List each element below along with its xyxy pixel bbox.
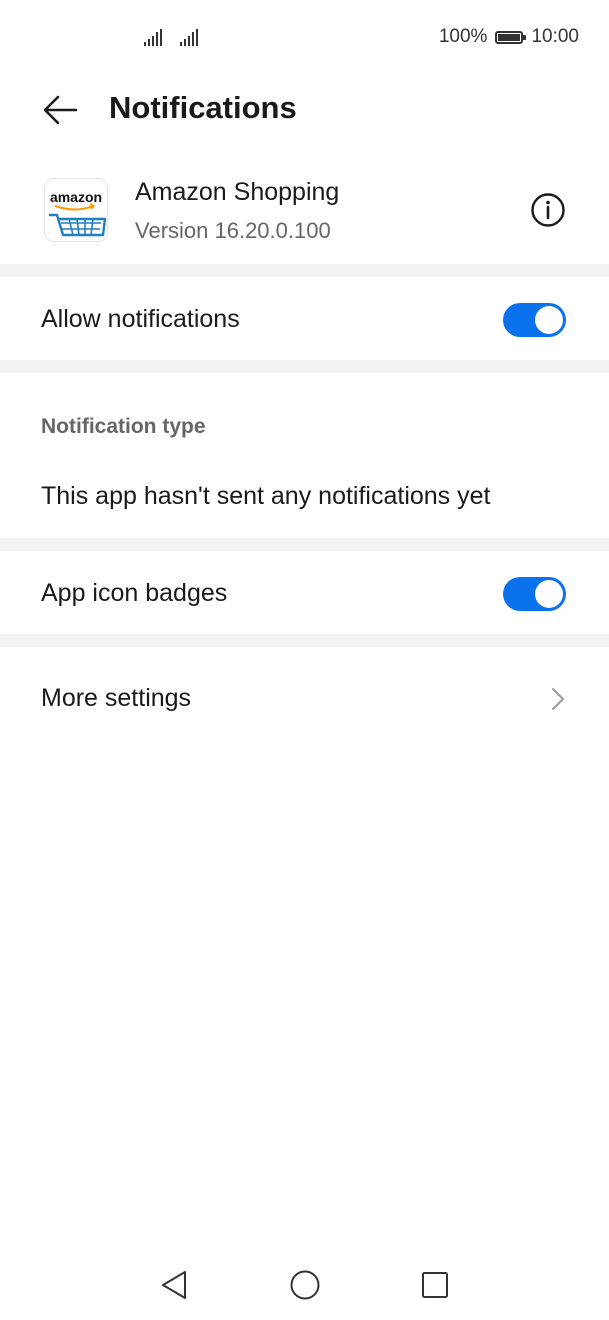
section-divider	[0, 264, 609, 277]
header: Notifications	[0, 76, 609, 146]
status-bar: 100% 10:00	[0, 0, 609, 76]
square-recents-icon[interactable]	[418, 1268, 452, 1302]
notification-type-heading: Notification type	[41, 415, 206, 438]
chevron-right-icon	[552, 688, 564, 710]
amazon-logo: amazon	[44, 178, 108, 242]
more-settings-label: More settings	[41, 684, 192, 712]
page-title: Notifications	[109, 90, 297, 125]
app-icon-badges-row[interactable]: App icon badges	[0, 551, 609, 634]
app-version: Version 16.20.0.100	[135, 218, 331, 243]
battery-icon	[495, 30, 527, 44]
app-info: amazon Amazon Shopping Version 16.20.0.1…	[0, 170, 609, 260]
logo-text: amazon	[50, 189, 102, 205]
status-right: 100% 10:00	[439, 26, 579, 48]
section-divider	[0, 538, 609, 551]
circle-home-icon[interactable]	[288, 1268, 322, 1302]
arrow-left-icon[interactable]	[40, 92, 80, 128]
battery-percent: 100%	[438, 26, 488, 47]
section-divider	[0, 634, 609, 647]
section-divider	[0, 360, 609, 373]
allow-notifications-row[interactable]: Allow notifications	[0, 277, 609, 360]
app-icon-badges-label: App icon badges	[41, 579, 228, 607]
system-nav-bar	[0, 1250, 609, 1320]
signal-icon	[144, 28, 162, 46]
no-notifications-message: This app hasn't sent any notifications y…	[41, 482, 491, 510]
allow-notifications-label: Allow notifications	[41, 305, 240, 333]
info-icon[interactable]	[530, 192, 566, 228]
clock: 10:00	[531, 26, 579, 47]
signal-icon	[180, 28, 198, 46]
triangle-back-icon[interactable]	[158, 1268, 192, 1302]
allow-notifications-toggle[interactable]	[503, 303, 566, 337]
more-settings-row[interactable]: More settings	[0, 647, 609, 752]
app-icon-badges-toggle[interactable]	[503, 577, 566, 611]
app-name: Amazon Shopping	[135, 178, 340, 206]
